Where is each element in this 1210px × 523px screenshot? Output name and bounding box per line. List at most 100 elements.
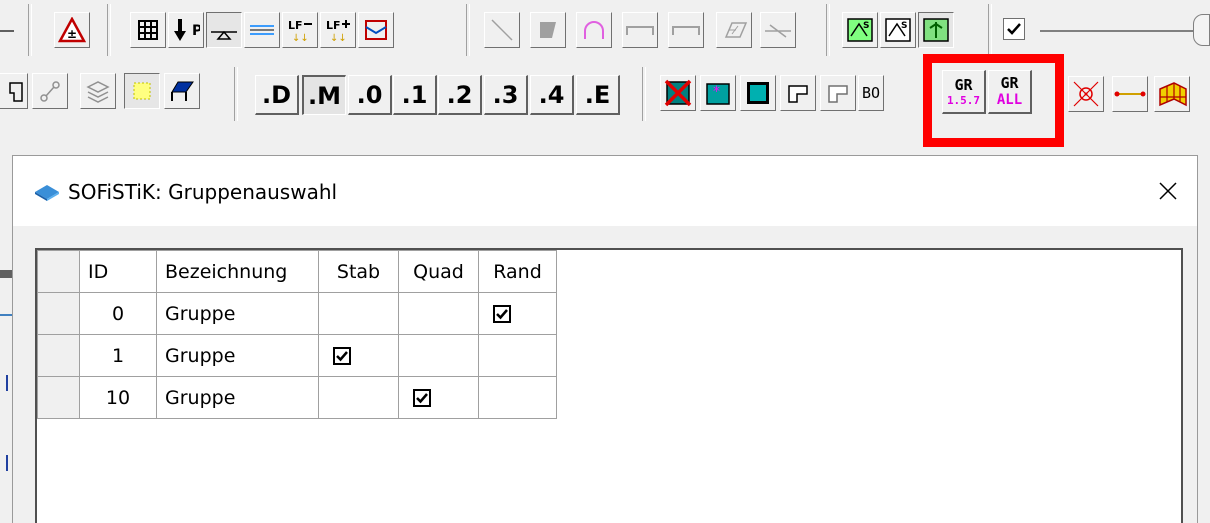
checkbox-wrap bbox=[407, 388, 470, 407]
group-selection-dialog: SOFiSTiK: Gruppenauswahl ID Bezeichnung … bbox=[12, 155, 1198, 523]
cell-id[interactable]: 1 bbox=[79, 334, 157, 377]
plot-s-outline-icon[interactable]: S bbox=[880, 12, 916, 48]
cell-id[interactable]: 0 bbox=[79, 292, 157, 335]
node-link-icon[interactable] bbox=[32, 73, 68, 109]
gr-all-top-label: GR bbox=[1000, 74, 1019, 92]
spring-icon[interactable] bbox=[244, 12, 280, 48]
dialog-title: SOFiSTiK: Gruppenauswahl bbox=[68, 180, 338, 204]
digit-button-e[interactable]: .E bbox=[576, 75, 620, 115]
plane-icon[interactable] bbox=[164, 73, 200, 109]
slider-thumb[interactable] bbox=[1193, 14, 1210, 46]
group-1-5-7-button[interactable]: GR 1.5.7 bbox=[942, 70, 986, 114]
cell-quad[interactable] bbox=[398, 292, 479, 335]
toolbar-separator bbox=[826, 4, 830, 56]
option-checkbox[interactable] bbox=[1003, 18, 1025, 40]
svg-text:↓↓: ↓↓ bbox=[292, 33, 309, 43]
column-header-rand[interactable]: Rand bbox=[478, 250, 557, 293]
svg-text:S: S bbox=[863, 21, 869, 31]
outline-shape-icon[interactable] bbox=[780, 75, 816, 111]
section-icon bbox=[760, 12, 796, 48]
toolbar-separator bbox=[988, 4, 992, 56]
row-header[interactable] bbox=[37, 292, 80, 335]
delete-cross-icon[interactable] bbox=[660, 75, 696, 111]
table-row[interactable]: 1 Gruppe bbox=[37, 334, 557, 377]
dialog-title-bar[interactable]: SOFiSTiK: Gruppenauswahl bbox=[13, 156, 1197, 226]
digit-button-2[interactable]: .2 bbox=[438, 75, 482, 115]
corner-cell[interactable] bbox=[37, 250, 80, 293]
plot-tree-icon[interactable] bbox=[918, 12, 954, 48]
load-case-plus-icon[interactable]: LF ↓↓ bbox=[320, 12, 356, 48]
cell-quad[interactable] bbox=[398, 334, 479, 377]
group-all-button[interactable]: GR ALL bbox=[988, 70, 1032, 114]
slider-track[interactable] bbox=[1040, 30, 1210, 32]
warning-triangle-icon[interactable]: ± bbox=[54, 12, 90, 48]
svg-text:↓↓: ↓↓ bbox=[330, 33, 347, 43]
column-header-bezeichnung[interactable]: Bezeichnung bbox=[156, 250, 319, 293]
cell-rand[interactable] bbox=[478, 292, 557, 335]
plot-s-icon[interactable]: S bbox=[842, 12, 878, 48]
layers-icon[interactable] bbox=[80, 73, 116, 109]
cell-stab[interactable] bbox=[318, 376, 399, 419]
group-grid[interactable]: ID Bezeichnung Stab Quad Rand 0 Gruppe 1 Gr… bbox=[35, 248, 1183, 523]
digit-button-3[interactable]: .3 bbox=[484, 75, 528, 115]
cell-stab[interactable] bbox=[318, 292, 399, 335]
close-icon bbox=[1159, 182, 1177, 200]
background-line bbox=[6, 455, 8, 471]
toolbar-separator bbox=[642, 67, 646, 121]
cell-rand[interactable] bbox=[478, 334, 557, 377]
support-icon[interactable] bbox=[206, 12, 242, 48]
outline-shape-2-icon[interactable] bbox=[820, 75, 856, 111]
cell-bezeichnung[interactable]: Gruppe bbox=[156, 292, 319, 335]
load-p-icon[interactable]: P bbox=[168, 12, 204, 48]
selection-dots-icon[interactable] bbox=[124, 73, 160, 109]
frame-edge-icon[interactable] bbox=[0, 73, 28, 109]
cell-bezeichnung[interactable]: Gruppe bbox=[156, 376, 319, 419]
column-header-stab[interactable]: Stab bbox=[318, 250, 399, 293]
digit-button-1[interactable]: .1 bbox=[393, 75, 437, 115]
cell-quad[interactable] bbox=[398, 376, 479, 419]
toolbar-separator bbox=[28, 4, 32, 56]
table-row[interactable]: 10 Gruppe bbox=[37, 376, 557, 419]
close-button[interactable] bbox=[1153, 176, 1183, 206]
dialog-client-area: ID Bezeichnung Stab Quad Rand 0 Gruppe 1 Gr… bbox=[13, 226, 1197, 523]
load-case-minus-icon[interactable]: LF ↓↓ bbox=[282, 12, 318, 48]
digit-button-0[interactable]: .0 bbox=[348, 75, 392, 115]
svg-text:S: S bbox=[901, 21, 907, 31]
gr-all-sub-label: ALL bbox=[996, 92, 1023, 108]
slab-icon bbox=[716, 12, 752, 48]
svg-text:*: * bbox=[713, 84, 720, 100]
grid-panel-icon[interactable] bbox=[1154, 76, 1190, 112]
teal-square-icon[interactable] bbox=[740, 75, 776, 111]
quad-checkbox[interactable] bbox=[413, 388, 431, 407]
rand-checkbox[interactable] bbox=[493, 304, 511, 323]
row-header[interactable] bbox=[37, 334, 80, 377]
table-header-row: ID Bezeichnung Stab Quad Rand bbox=[37, 250, 557, 293]
table-row[interactable]: 0 Gruppe bbox=[37, 292, 557, 335]
cell-id[interactable]: 10 bbox=[79, 376, 157, 419]
digit-button-4[interactable]: .4 bbox=[530, 75, 574, 115]
stab-checkbox[interactable] bbox=[333, 346, 351, 365]
row-header[interactable] bbox=[37, 376, 80, 419]
digit-button-m[interactable]: .M bbox=[302, 75, 346, 115]
cell-stab[interactable] bbox=[318, 334, 399, 377]
beam-2-icon bbox=[668, 12, 704, 48]
grid-icon[interactable] bbox=[130, 12, 166, 48]
column-header-id[interactable]: ID bbox=[79, 250, 157, 293]
gr-157-top-label: GR bbox=[954, 75, 973, 94]
diagonal-line-icon bbox=[484, 12, 520, 48]
node-target-icon[interactable] bbox=[1068, 76, 1104, 112]
digit-button-d[interactable]: .D bbox=[255, 75, 299, 115]
svg-text:LF: LF bbox=[288, 19, 303, 32]
background-line bbox=[6, 375, 8, 391]
toolbar-separator bbox=[234, 67, 238, 121]
background-line bbox=[0, 314, 12, 316]
dimension-line-icon[interactable] bbox=[1112, 76, 1148, 112]
cell-bezeichnung[interactable]: Gruppe bbox=[156, 334, 319, 377]
toolbar-separator bbox=[107, 4, 111, 56]
cell-rand[interactable] bbox=[478, 376, 557, 419]
frame-load-icon[interactable] bbox=[358, 12, 394, 48]
colored-star-icon[interactable]: * bbox=[700, 75, 736, 111]
column-header-quad[interactable]: Quad bbox=[398, 250, 479, 293]
bo-button[interactable]: BO bbox=[858, 75, 884, 111]
svg-text:±: ± bbox=[67, 27, 77, 41]
